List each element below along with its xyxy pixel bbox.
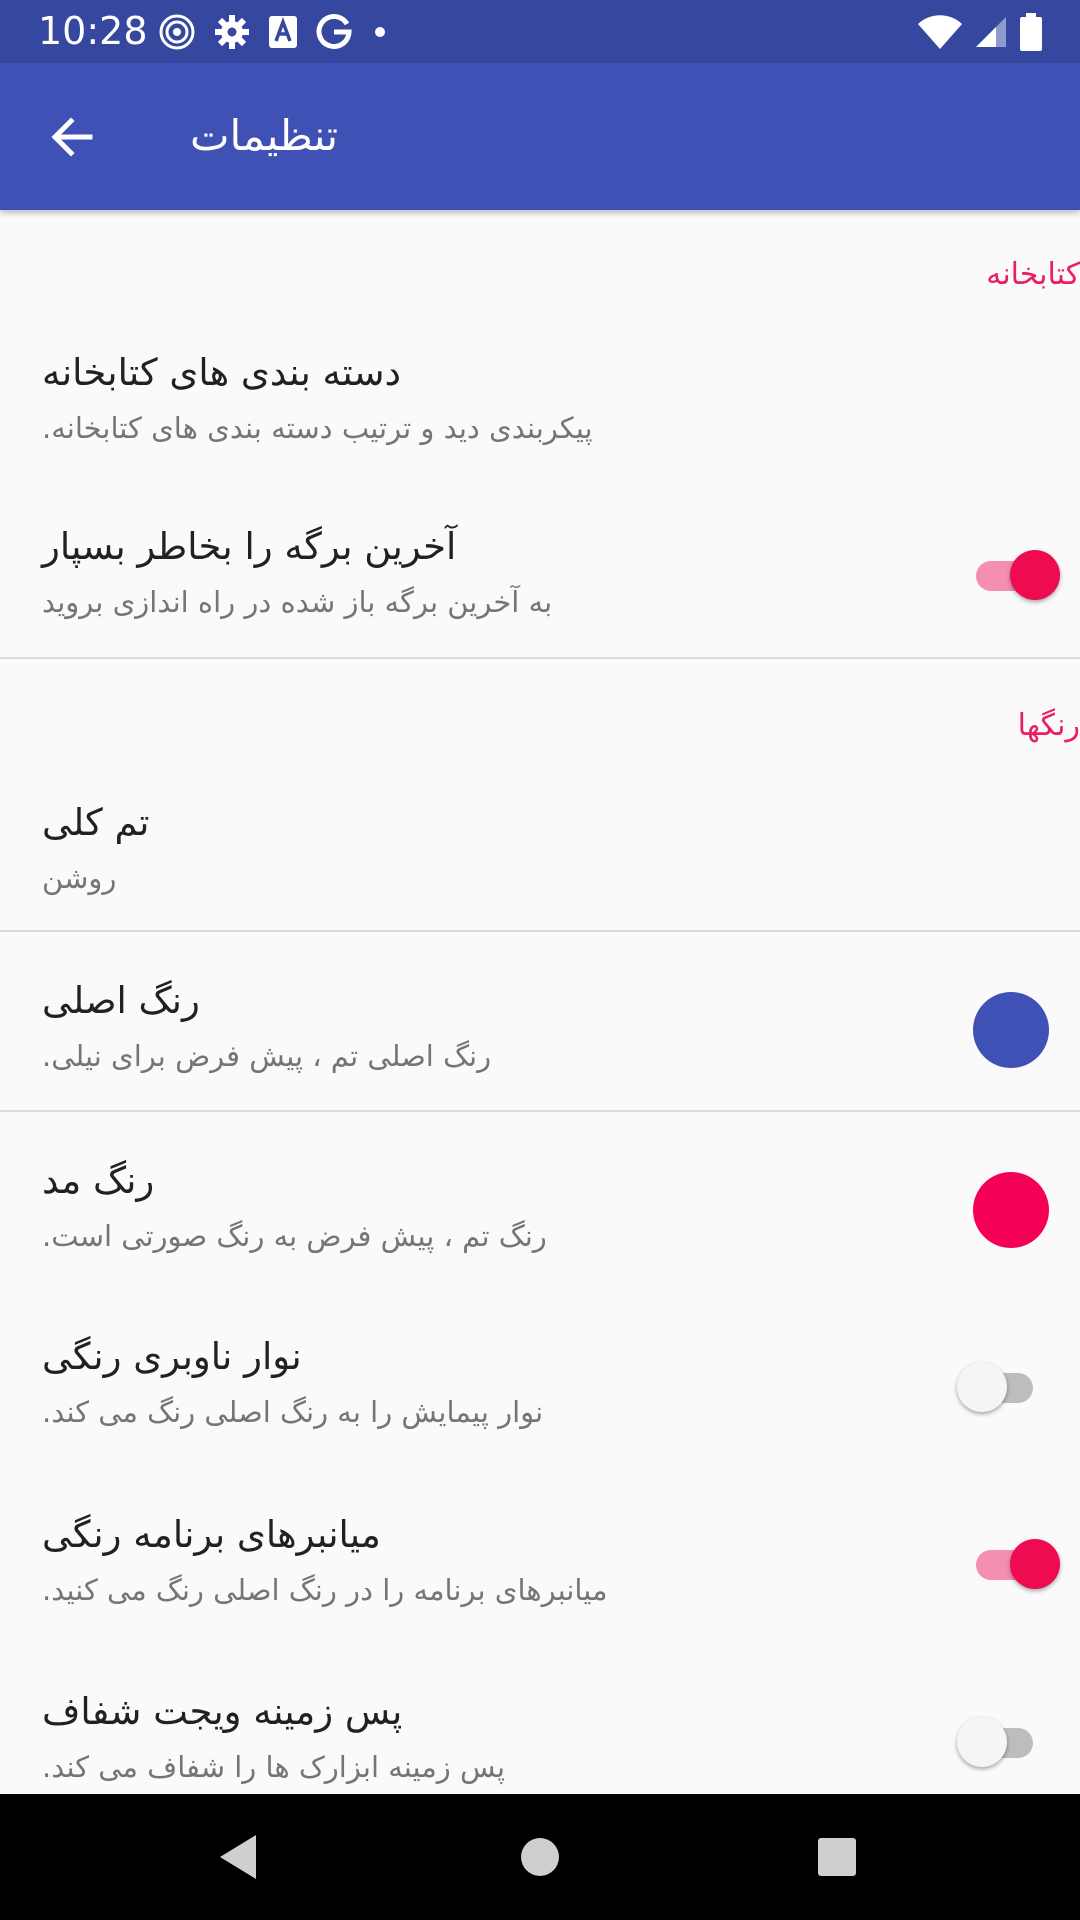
arrow-back-icon <box>51 117 93 157</box>
transparent-widget-switch[interactable] <box>957 1712 1047 1772</box>
pref-remember-last-tab[interactable]: آخرین برگه را بخاطر بسپار به آخرین برگه … <box>0 502 1080 652</box>
status-icons-right <box>918 12 1042 52</box>
back-button[interactable] <box>36 101 108 173</box>
pref-title: نوار ناوبری رنگی <box>42 1335 302 1378</box>
google-g-icon <box>316 14 352 49</box>
colored-navbar-switch[interactable] <box>957 1357 1047 1417</box>
pref-library-categories[interactable]: دسته بندی های کتابخانه پیکربندی دید و تر… <box>0 328 1080 478</box>
pref-colored-navbar[interactable]: نوار ناوبری رنگی نوار پیمایش را به رنگ ا… <box>0 1312 1080 1462</box>
pref-summary: روشن <box>42 861 117 895</box>
home-circle-icon <box>521 1838 559 1876</box>
row-divider <box>0 1110 1080 1112</box>
section-header-library: كتابخانه <box>986 257 1080 292</box>
switch-thumb <box>957 1362 1007 1412</box>
pref-summary: پس زمینه ابزارک ها را شفاف می کند. <box>42 1750 506 1784</box>
status-time: 10:28 <box>38 9 148 53</box>
switch-thumb <box>957 1717 1007 1767</box>
page-title: تنظیمات <box>190 111 339 160</box>
pref-title: دسته بندی های کتابخانه <box>42 351 401 394</box>
pref-transparent-widget[interactable]: پس زمینه ویجت شفاف پس زمینه ابزارک ها را… <box>0 1667 1080 1794</box>
primary-color-swatch[interactable] <box>973 992 1049 1068</box>
gear-icon <box>215 15 249 49</box>
row-divider <box>0 930 1080 932</box>
pref-summary: میانبرهای برنامه را در رنگ اصلی رنگ می ک… <box>42 1573 608 1607</box>
settings-list[interactable]: كتابخانه دسته بندی های کتابخانه پیکربندی… <box>0 210 1080 1794</box>
remember-last-tab-switch[interactable] <box>970 545 1060 605</box>
pref-summary: پیکربندی دید و ترتیب دسته بندی های کتابخ… <box>42 411 593 445</box>
system-nav-bar <box>0 1794 1080 1920</box>
back-triangle-icon <box>220 1835 256 1879</box>
section-header-colors: رنگها <box>1017 708 1080 743</box>
dot-icon <box>375 27 385 37</box>
target-icon <box>159 14 195 50</box>
nav-back-button[interactable] <box>198 1824 278 1890</box>
pref-accent-color[interactable]: رنگ مد رنگ تم ، پیش فرض به رنگ صورتی است… <box>0 1136 1080 1286</box>
switch-thumb <box>1010 1539 1060 1589</box>
recents-square-icon <box>818 1838 856 1876</box>
app-bar: تنظیمات <box>0 63 1080 210</box>
pref-summary: رنگ تم ، پیش فرض به رنگ صورتی است. <box>42 1219 547 1253</box>
nav-home-button[interactable] <box>500 1824 580 1890</box>
pref-title: رنگ مد <box>42 1159 155 1202</box>
pref-primary-color[interactable]: رنگ اصلی رنگ اصلی تم ، پیش فرض برای نیلی… <box>0 956 1080 1106</box>
pref-title: آخرین برگه را بخاطر بسپار <box>42 525 457 568</box>
pref-global-theme[interactable]: تم کلی روشن <box>0 778 1080 928</box>
accent-color-swatch[interactable] <box>973 1172 1049 1248</box>
font-a-icon <box>269 16 297 48</box>
pref-title: رنگ اصلی <box>42 979 200 1022</box>
status-bar: 10:28 <box>0 0 1080 63</box>
status-icons-left <box>158 12 390 52</box>
switch-thumb <box>1010 550 1060 600</box>
pref-title: تم کلی <box>42 801 150 844</box>
pref-colored-shortcuts[interactable]: میانبرهای برنامه رنگی میانبرهای برنامه ر… <box>0 1490 1080 1640</box>
nav-recents-button[interactable] <box>797 1824 877 1890</box>
signal-icon <box>976 17 1006 47</box>
pref-summary: رنگ اصلی تم ، پیش فرض برای نیلی. <box>42 1039 492 1073</box>
pref-summary: به آخرین برگه باز شده در راه اندازی بروی… <box>42 585 553 619</box>
wifi-icon <box>918 15 962 49</box>
pref-summary: نوار پیمایش را به رنگ اصلی رنگ می کند. <box>42 1395 544 1429</box>
section-divider <box>0 657 1080 659</box>
pref-title: میانبرهای برنامه رنگی <box>42 1513 381 1556</box>
battery-icon <box>1020 13 1042 51</box>
pref-title: پس زمینه ویجت شفاف <box>42 1690 403 1733</box>
colored-shortcuts-switch[interactable] <box>970 1534 1060 1594</box>
